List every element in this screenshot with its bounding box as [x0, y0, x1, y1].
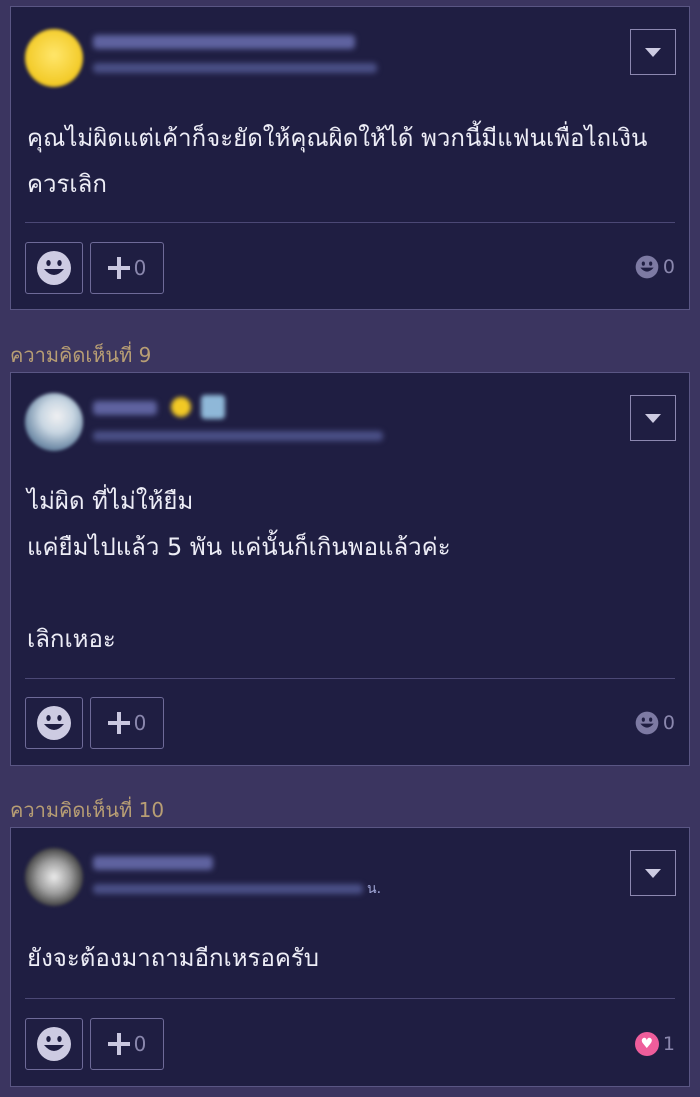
plus-one-button[interactable]: 0	[90, 242, 164, 294]
comment-card: ไม่ผิด ที่ไม่ให้ยืม แค่ยืมไปแล้ว 5 พัน แ…	[10, 372, 690, 766]
smile-icon	[37, 251, 71, 285]
plus-one-button[interactable]: 0	[90, 697, 164, 749]
comment-number-label: ความคิดเห็นที่ 9	[10, 343, 152, 367]
comment-thread: คุณไม่ผิดแต่เค้าก็จะยัดให้คุณผิดให้ได้ พ…	[0, 0, 700, 1097]
comment-card: น. ยังจะต้องมาถามอีกเหรอครับ 0 ♥ 1	[10, 827, 690, 1087]
plus-count: 0	[133, 1032, 147, 1056]
divider	[25, 998, 675, 999]
author-name-blurred[interactable]	[93, 401, 157, 415]
author-name-blurred[interactable]	[93, 856, 213, 870]
post-date-suffix: น.	[367, 881, 382, 897]
plus-count: 0	[133, 711, 147, 735]
smile-icon	[37, 706, 71, 740]
avatar[interactable]	[25, 29, 83, 87]
avatar[interactable]	[25, 848, 83, 906]
reaction-count: 0	[662, 712, 675, 734]
comment-text: ยังจะต้องมาถามอีกเหรอครับ	[27, 944, 320, 972]
plus-one-button[interactable]: 0	[90, 1018, 164, 1070]
avatar[interactable]	[25, 393, 83, 451]
plus-icon	[107, 257, 130, 279]
comment-text: คุณไม่ผิดแต่เค้าก็จะยัดให้คุณผิดให้ได้ พ…	[27, 124, 648, 198]
comment-card: คุณไม่ผิดแต่เค้าก็จะยัดให้คุณผิดให้ได้ พ…	[10, 6, 690, 310]
divider	[25, 678, 675, 679]
smile-icon	[635, 711, 659, 735]
reaction-count: 1	[662, 1033, 675, 1055]
plus-icon	[107, 1033, 130, 1055]
heart-icon: ♥	[634, 1032, 659, 1056]
reaction-summary[interactable]: 0	[635, 255, 675, 279]
comment-menu-button[interactable]	[630, 29, 676, 75]
comment-text: ไม่ผิด ที่ไม่ให้ยืม แค่ยืมไปแล้ว 5 พัน แ…	[27, 487, 451, 653]
chevron-down-icon	[645, 47, 661, 57]
divider	[25, 222, 675, 223]
comment-menu-button[interactable]	[630, 395, 676, 441]
post-date-blurred	[93, 884, 363, 894]
author-name-blurred[interactable]	[93, 35, 355, 49]
smile-icon	[37, 1027, 71, 1061]
comment-menu-button[interactable]	[630, 850, 676, 896]
post-date-blurred	[93, 63, 377, 73]
emoji-reaction-button[interactable]	[25, 242, 83, 294]
plus-count: 0	[133, 256, 147, 280]
post-date-blurred	[93, 431, 383, 441]
chevron-down-icon	[645, 868, 661, 878]
member-badge-icon	[171, 397, 191, 417]
member-badge-icon	[201, 395, 225, 419]
emoji-reaction-button[interactable]	[25, 697, 83, 749]
emoji-reaction-button[interactable]	[25, 1018, 83, 1070]
plus-icon	[107, 712, 130, 734]
smile-icon	[635, 255, 659, 279]
comment-number-label: ความคิดเห็นที่ 10	[10, 798, 165, 822]
reaction-summary[interactable]: ♥ 1	[634, 1032, 675, 1056]
chevron-down-icon	[645, 413, 661, 423]
reaction-summary[interactable]: 0	[635, 711, 675, 735]
reaction-count: 0	[662, 256, 675, 278]
